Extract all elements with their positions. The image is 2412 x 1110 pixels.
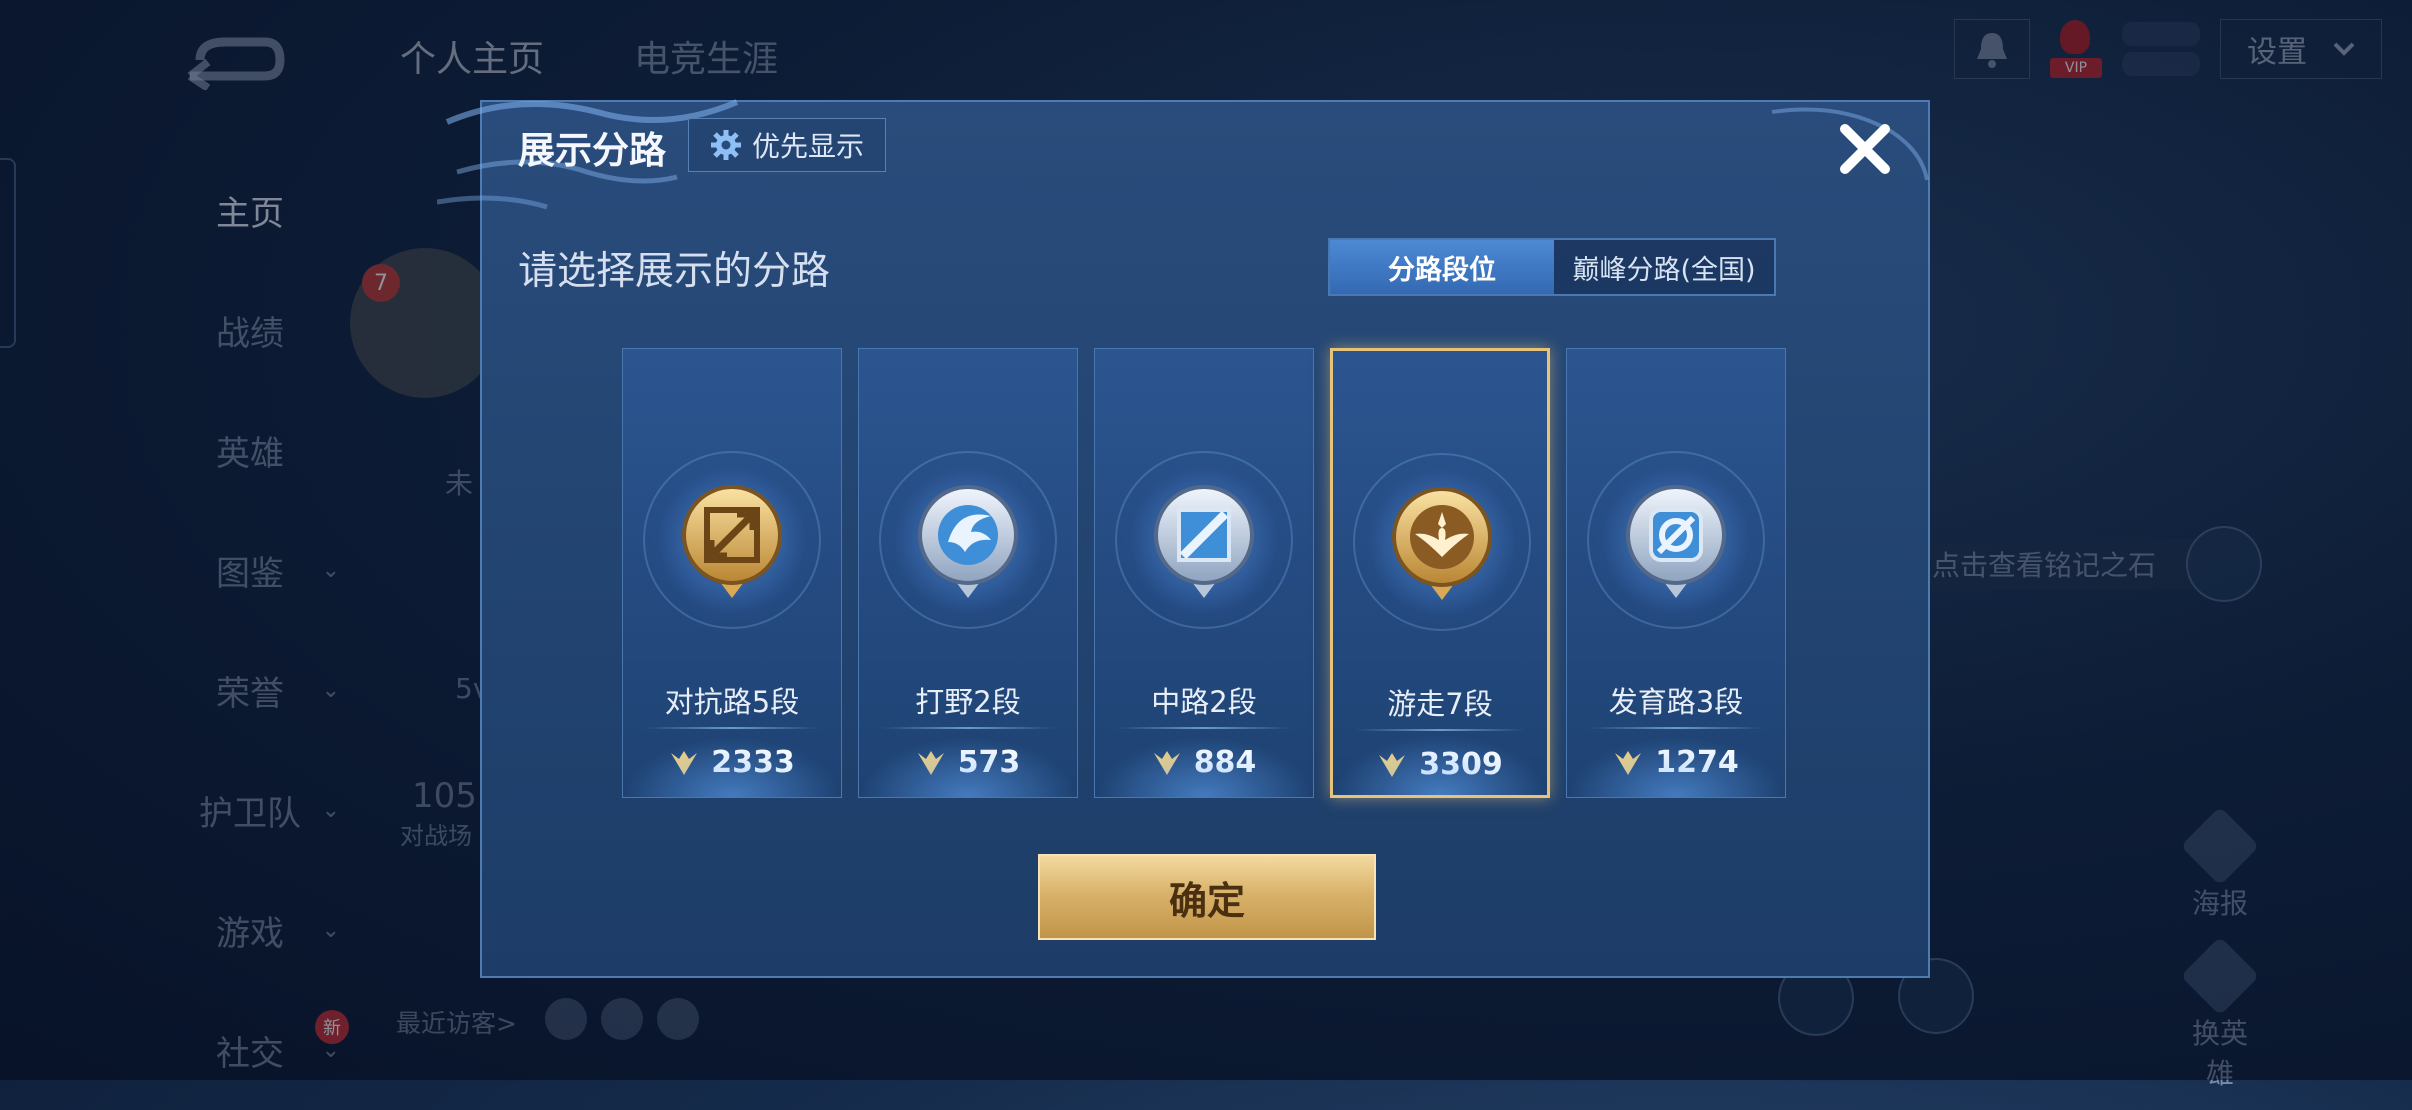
card-glow <box>623 737 841 797</box>
lane-card-list: 对抗路5段 2333 打野2段 <box>622 348 1786 798</box>
lane-display-dialog: 展示分路 优先显示 请选择展示的分路 分路段位 巅峰分路(全国) 对抗路5段 打… <box>437 99 1930 978</box>
lane-label: 游走7段 <box>1387 687 1493 721</box>
tab-peak-lane[interactable]: 巅峰分路(全国) <box>1554 240 1774 294</box>
lane-label: 发育路3段 <box>1608 685 1744 719</box>
lane-emblem <box>1115 451 1293 629</box>
slash-emblem-icon <box>1154 485 1254 598</box>
priority-display-label: 优先显示 <box>751 130 864 163</box>
lane-emblem <box>879 451 1057 629</box>
dragon-emblem-icon <box>918 485 1018 598</box>
lane-card-jungle[interactable]: 打野2段 573 <box>858 348 1078 798</box>
lane-card-roam[interactable]: 游走7段 3309 <box>1330 348 1550 798</box>
confirm-button[interactable]: 确定 <box>1038 854 1376 940</box>
dialog-title: 展示分路 <box>518 129 666 172</box>
card-glow <box>1567 737 1785 797</box>
lane-card-farm[interactable]: 发育路3段 1274 <box>1566 348 1786 798</box>
card-divider <box>881 727 1055 729</box>
card-glow <box>1095 737 1313 797</box>
card-glow <box>859 737 1077 797</box>
lane-emblem <box>1353 453 1531 631</box>
card-glow <box>1333 735 1547 795</box>
gear-icon <box>710 130 741 160</box>
card-divider <box>1589 727 1763 729</box>
card-divider <box>1117 727 1291 729</box>
card-divider <box>645 727 819 729</box>
lane-card-top[interactable]: 对抗路5段 2333 <box>622 348 842 798</box>
lane-label: 对抗路5段 <box>664 685 800 719</box>
sword-emblem-icon <box>682 485 782 598</box>
priority-display-button[interactable]: 优先显示 <box>688 118 886 172</box>
card-divider <box>1355 729 1525 731</box>
target-emblem-icon <box>1626 485 1726 598</box>
dialog-subtitle: 请选择展示的分路 <box>518 249 831 294</box>
lane-label: 打野2段 <box>915 685 1021 719</box>
lane-label: 中路2段 <box>1151 685 1257 719</box>
close-button[interactable] <box>1828 112 1902 186</box>
lane-emblem <box>643 451 821 629</box>
close-icon <box>1840 124 1890 174</box>
lane-card-mid[interactable]: 中路2段 884 <box>1094 348 1314 798</box>
lane-emblem <box>1587 451 1765 629</box>
lane-type-segment: 分路段位 巅峰分路(全国) <box>1328 238 1776 296</box>
tab-lane-rank[interactable]: 分路段位 <box>1330 240 1554 294</box>
wings-emblem-icon <box>1392 487 1492 600</box>
